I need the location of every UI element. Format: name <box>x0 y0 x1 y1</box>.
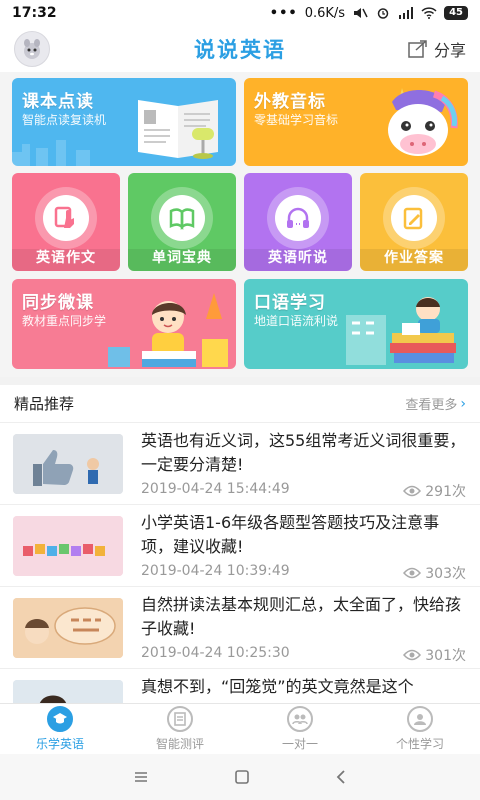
thumbs-up-image <box>13 434 123 494</box>
article-list: 英语也有近义词，这55组常考近义词很重要，一定要分清楚! 2019-04-24 … <box>0 423 480 703</box>
home-icon[interactable] <box>234 769 250 785</box>
banner-sync-micro-course[interactable]: 同步微课 教材重点同步学 <box>12 279 236 369</box>
banner-textbook-reading[interactable]: 课本点读 智能点读复读机 <box>12 78 236 166</box>
article-thumbnail <box>13 680 123 703</box>
open-book-icon <box>169 208 195 231</box>
tab-label: 一对一 <box>281 737 318 751</box>
tile-english-listening-speaking[interactable]: 英语听说 <box>244 173 352 271</box>
system-navigation-bar <box>0 754 480 800</box>
status-time: 17:32 <box>12 5 57 21</box>
tile-label: 英语作文 <box>36 250 96 266</box>
signal-icon <box>399 7 414 19</box>
tile-label: 作业答案 <box>384 250 444 266</box>
article-title: 自然拼读法基本规则汇总，太全面了，快给孩子收藏! <box>141 595 462 638</box>
tab-one-on-one[interactable]: 一对一 <box>240 704 360 754</box>
banner-subtitle: 智能点读复读机 <box>22 113 107 127</box>
wifi-icon <box>421 7 437 19</box>
view-more-link[interactable]: 查看更多 › <box>405 394 466 414</box>
tile-homework-answers[interactable]: 作业答案 <box>360 173 468 271</box>
banner-native-phonetics[interactable]: 外教音标 零基础学习音标 <box>244 78 468 166</box>
tile-word-dictionary[interactable]: 单词宝典 <box>128 173 236 271</box>
notification-dots: ••• <box>269 5 298 21</box>
hand-book-icon <box>54 206 74 228</box>
back-icon[interactable] <box>335 769 347 785</box>
banner-oral-learning[interactable]: 口语学习 地道口语流利说 <box>244 279 468 369</box>
tab-label: 乐学英语 <box>35 737 84 751</box>
network-speed: 0.6K/s <box>304 5 346 21</box>
article-item[interactable]: 真想不到，“回笼觉”的英文竟然是这个 <box>0 669 480 703</box>
article-title: 真想不到，“回笼觉”的英文竟然是这个 <box>141 677 414 696</box>
graduation-cap-icon <box>53 713 67 724</box>
tile-english-composition[interactable]: 英语作文 <box>12 173 120 271</box>
reading-pen-book-icon <box>138 100 218 159</box>
app-header: 说说英语 分享 <box>0 26 480 72</box>
tab-fun-english[interactable]: 乐学英语 <box>0 704 120 754</box>
article-item[interactable]: 英语也有近义词，这55组常考近义词很重要，一定要分清楚! 2019-04-24 … <box>0 423 480 505</box>
tab-personal-learning[interactable]: 个性学习 <box>360 704 480 754</box>
reading-on-books-illustration <box>346 297 456 365</box>
article-views: 291次 <box>403 481 466 501</box>
child-abc-image <box>13 598 123 658</box>
sleeping-child-image <box>13 680 123 703</box>
alphabet-blocks-image <box>13 516 123 576</box>
view-count: 301次 <box>425 648 466 664</box>
eye-icon <box>403 649 422 661</box>
article-views: 301次 <box>403 645 466 665</box>
student-with-books-illustration <box>108 293 228 367</box>
article-views: 303次 <box>403 563 466 583</box>
banner-title: 口语学习 <box>254 293 326 313</box>
banner-title: 课本点读 <box>22 92 94 112</box>
pencil-paper-icon <box>403 207 423 230</box>
people-icon <box>292 714 308 725</box>
eye-icon <box>403 567 422 579</box>
article-date: 2019-04-24 10:39:49 <box>141 563 290 579</box>
article-title: 小学英语1-6年级各题型答题技巧及注意事项，建议收藏! <box>141 513 440 556</box>
recommended-section-header: 精品推荐 查看更多 › <box>0 385 480 423</box>
banner-title: 同步微课 <box>22 293 94 313</box>
article-item[interactable]: 小学英语1-6年级各题型答题技巧及注意事项，建议收藏! 2019-04-24 1… <box>0 505 480 587</box>
tile-label: 单词宝典 <box>152 250 212 266</box>
article-title: 英语也有近义词，这55组常考近义词很重要，一定要分清楚! <box>141 431 466 474</box>
alarm-icon <box>377 8 389 19</box>
eye-icon <box>403 485 422 497</box>
article-thumbnail <box>13 516 123 576</box>
tab-smart-assessment[interactable]: 智能测评 <box>120 704 240 754</box>
view-more-label: 查看更多 <box>405 398 458 413</box>
article-item[interactable]: 自然拼读法基本规则汇总，太全面了，快给孩子收藏! 2019-04-24 10:2… <box>0 587 480 669</box>
status-bar: 17:32 ••• 0.6K/s 45 <box>0 0 480 26</box>
bottom-tab-bar: 乐学英语 智能测评 一对一 个性学习 <box>0 703 480 754</box>
battery-indicator: 45 <box>444 6 468 20</box>
tab-label: 个性学习 <box>395 737 444 751</box>
headphones-icon <box>287 207 309 228</box>
user-avatar[interactable] <box>14 31 50 67</box>
share-label: 分享 <box>433 41 466 60</box>
article-thumbnail <box>13 598 123 658</box>
share-icon <box>408 40 427 58</box>
document-icon <box>174 712 186 726</box>
view-count: 291次 <box>425 484 466 500</box>
person-icon <box>414 714 426 725</box>
banner-title: 外教音标 <box>254 92 326 112</box>
article-date: 2019-04-24 10:25:30 <box>141 645 290 661</box>
banner-subtitle: 零基础学习音标 <box>254 113 339 127</box>
recommended-title: 精品推荐 <box>14 395 75 413</box>
share-button[interactable]: 分享 <box>408 37 466 61</box>
banner-subtitle: 教材重点同步学 <box>22 314 107 328</box>
banner-subtitle: 地道口语流利说 <box>254 314 339 328</box>
squirrel-avatar-icon <box>24 39 40 59</box>
feature-grid: 课本点读 智能点读复读机 外教音标 零基础学习音标 英语作文 单词宝典 英语听说… <box>0 72 480 377</box>
tile-label: 英语听说 <box>268 250 328 266</box>
chevron-right-icon: › <box>460 395 466 412</box>
mute-icon <box>354 8 368 18</box>
article-date: 2019-04-24 15:44:49 <box>141 481 290 497</box>
article-thumbnail <box>13 434 123 494</box>
view-count: 303次 <box>425 566 466 582</box>
tab-label: 智能测评 <box>155 737 204 751</box>
unicorn-illustration <box>388 88 458 156</box>
menu-icon[interactable] <box>133 770 149 784</box>
